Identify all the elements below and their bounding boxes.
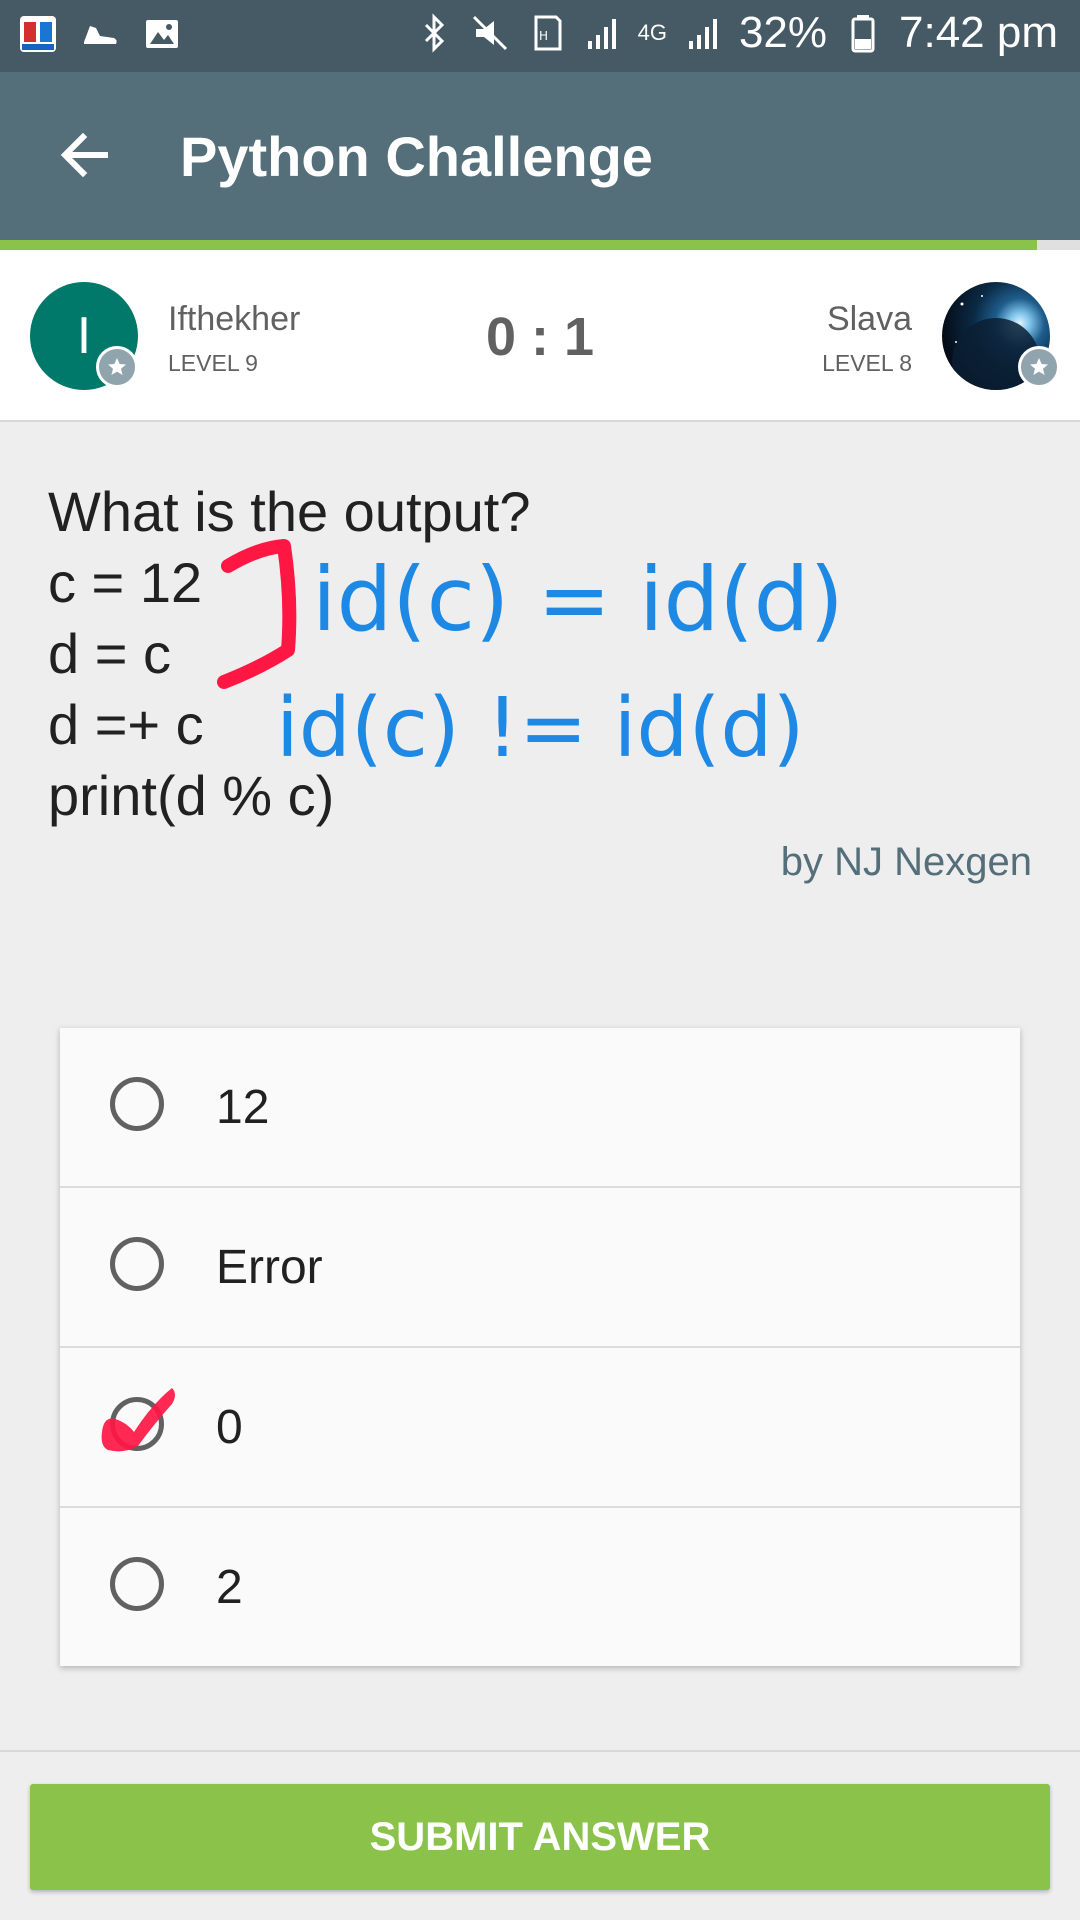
player-right-name: Slava — [826, 300, 912, 338]
code-line: d =+ c — [48, 693, 204, 756]
progress-fill — [0, 240, 1037, 250]
radio-button[interactable] — [110, 1237, 164, 1291]
code-line: print(d % c) — [48, 764, 335, 827]
signal-icon-2 — [683, 13, 723, 53]
shoe-icon — [80, 14, 120, 54]
back-button[interactable] — [40, 110, 130, 200]
status-left-icons — [18, 14, 182, 54]
option-label: 12 — [216, 1081, 270, 1134]
option-label: 2 — [216, 1561, 243, 1614]
players-header: I Ifthekher LEVEL 9 0 : 1 Slava LEVEL 8 — [0, 250, 1080, 422]
option-label: Error — [216, 1241, 323, 1294]
image-icon — [142, 14, 182, 54]
app-icon — [18, 14, 58, 54]
checkmark-scribble-icon — [101, 1388, 175, 1452]
mute-icon — [470, 13, 510, 53]
radio-button[interactable] — [110, 1077, 164, 1131]
divider — [0, 1750, 1080, 1752]
score: 0 : 1 — [485, 307, 595, 367]
option-label: 0 — [216, 1401, 243, 1454]
player-right-level: LEVEL 8 — [822, 350, 912, 376]
star-badge-icon-right — [1018, 346, 1060, 388]
clock: 7:42 pm — [899, 8, 1058, 57]
app-bar: Python Challenge — [0, 72, 1080, 240]
battery-icon — [843, 13, 883, 53]
page-title: Python Challenge — [180, 125, 653, 188]
option-0[interactable]: 0 — [60, 1348, 1020, 1508]
network-type: 4G — [637, 20, 667, 45]
radio-button[interactable] — [110, 1557, 164, 1611]
hd-icon: H — [526, 13, 566, 53]
question-line: What is the output? — [48, 480, 531, 543]
arrow-back-icon — [60, 132, 108, 178]
status-bar: H 4G 32% 7:42 pm — [0, 0, 1080, 72]
option-12[interactable]: 12 — [60, 1028, 1020, 1188]
option-error[interactable]: Error — [60, 1188, 1020, 1348]
question-author: by NJ Nexgen — [780, 840, 1032, 884]
progress-bar — [0, 240, 1080, 250]
code-line: d = c — [48, 622, 171, 685]
svg-text:H: H — [539, 29, 548, 43]
code-line: c = 12 — [48, 551, 203, 614]
option-2[interactable]: 2 — [60, 1508, 1020, 1666]
status-right-icons: H 4G 32% 7:42 pm — [414, 8, 1058, 58]
battery-percent: 32% — [738, 8, 828, 57]
question-text: What is the output? c = 12 d = c d =+ c … — [48, 476, 531, 831]
answer-options: 12 Error 0 2 — [60, 1028, 1020, 1666]
bluetooth-icon — [414, 13, 454, 53]
signal-icon — [582, 13, 622, 53]
submit-answer-button[interactable]: SUBMIT ANSWER — [30, 1784, 1050, 1890]
